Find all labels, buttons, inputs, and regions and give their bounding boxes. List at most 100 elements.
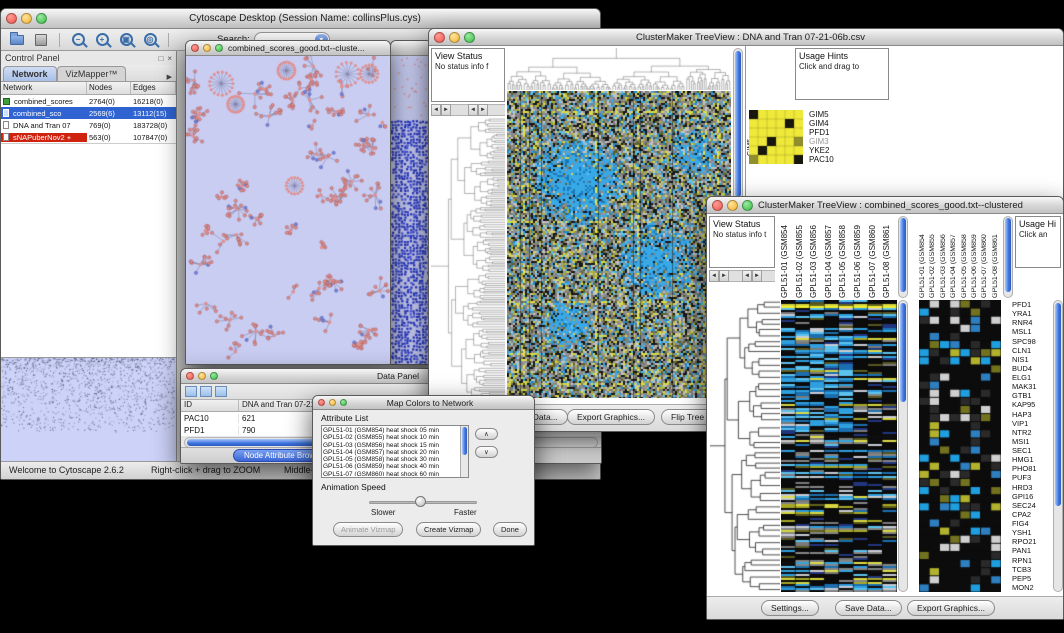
select-attributes-icon[interactable] [185,386,197,397]
close-panel-icon[interactable]: × [167,54,172,63]
float-panel-icon[interactable]: □ [158,54,163,63]
zoom-labels-vscrollbar[interactable] [1003,216,1013,298]
gene-dendrogram-canvas[interactable] [710,300,780,592]
scroll-left-icon[interactable]: ◄ [709,270,719,282]
attribute-item[interactable]: GPL51-06 (GSM859) heat shock 40 min [323,463,459,470]
slider-thumb[interactable] [415,496,426,507]
scrollbar-thumb[interactable] [1005,218,1011,292]
network-window-titlebar[interactable]: combined_scores_good.txt--cluste... [186,41,390,56]
maximize-button[interactable] [215,44,223,52]
scrollbar-thumb[interactable] [900,303,906,402]
network-row-destroyed[interactable]: sNAPuberNov2 + 563(0) 107847(0) [1,131,176,143]
scroll-left-icon[interactable]: ◄ [468,104,478,116]
export-graphics-button[interactable]: Export Graphics... [907,600,995,616]
save-session-button[interactable] [31,31,51,49]
network-icon [3,98,10,105]
maximize-button[interactable] [742,200,753,211]
minimize-button[interactable] [21,13,32,24]
network-row[interactable]: combined_scores 2764(0) 16218(0) [1,95,176,107]
main-window-titlebar[interactable]: Cytoscape Desktop (Session Name: collins… [1,9,600,29]
minimize-button[interactable] [449,32,460,43]
attribute-item[interactable]: GPL51-01 (GSM854) heat shock 05 min [323,427,459,434]
status-scrollbars[interactable]: ◄►◄► [709,270,775,282]
array-label: GPL51-04 (GSM857 [825,216,840,298]
animation-speed-slider[interactable] [369,496,477,508]
gene-dendrogram-canvas[interactable] [431,118,505,398]
zoom-in-button[interactable]: + [92,31,112,49]
heatmap-vscrollbar[interactable] [898,300,908,592]
attribute-list-scrollbar[interactable] [460,426,468,477]
column-header-id[interactable]: ID [181,400,239,411]
scroll-right-icon[interactable]: ► [719,270,729,282]
attribute-item[interactable]: GPL51-04 (GSM857) heat shock 20 min [323,449,459,456]
tab-overflow-icon[interactable]: ▶ [165,73,174,81]
network-canvas[interactable] [186,56,390,364]
animate-vizmap-button[interactable]: Animate Vizmap [333,522,403,537]
export-graphics-button[interactable]: Export Graphics... [567,409,655,425]
attribute-item[interactable]: GPL51-03 (GSM856) heat shock 15 min [323,442,459,449]
done-button[interactable]: Done [493,522,527,537]
status-scrollbars[interactable]: ◄►◄► [431,104,505,116]
maximize-button[interactable] [210,372,218,380]
network-window-2-titlebar[interactable] [391,41,431,56]
scroll-left-icon[interactable]: ◄ [431,104,441,116]
heatmap-canvas[interactable] [507,91,731,398]
zoom-fit-button[interactable]: ▣ [116,31,136,49]
create-attribute-icon[interactable] [200,386,212,397]
labels-vscrollbar[interactable] [898,216,908,298]
close-button[interactable] [6,13,17,24]
close-button[interactable] [712,200,723,211]
scroll-right-icon[interactable]: ► [441,104,451,116]
minimize-button[interactable] [727,200,738,211]
settings-button[interactable]: Settings... [761,600,819,616]
open-session-button[interactable] [7,31,27,49]
maximize-button[interactable] [464,32,475,43]
tab-network[interactable]: Network [3,66,57,81]
delete-attribute-icon[interactable] [215,386,227,397]
scroll-left-icon[interactable]: ◄ [742,270,752,282]
network-overview-panel[interactable] [1,357,176,461]
close-button[interactable] [191,44,199,52]
attribute-item[interactable]: GPL51-02 (GSM855) heat shock 10 min [323,434,459,441]
correlation-matrix-canvas[interactable] [749,110,803,164]
network-overview-canvas[interactable] [1,358,175,460]
treeview-combined-titlebar[interactable]: ClusterMaker TreeView : combined_scores_… [707,197,1063,214]
maximize-button[interactable] [36,13,47,24]
maximize-button[interactable] [340,399,347,406]
array-dendrogram-canvas[interactable] [507,48,731,90]
close-button[interactable] [186,372,194,380]
zoom-selected-button[interactable]: ◎ [140,31,160,49]
attribute-list[interactable]: GPL51-01 (GSM854) heat shock 05 minGPL51… [321,425,469,478]
close-button[interactable] [434,32,445,43]
minimize-button[interactable] [203,44,211,52]
scrollbar-thumb[interactable] [462,427,467,455]
minimize-button[interactable] [198,372,206,380]
tab-vizmapper[interactable]: VizMapper™ [57,66,127,81]
zoom-heatmap-canvas[interactable] [919,300,1001,592]
scrollbar-thumb[interactable] [735,51,741,197]
dialog-titlebar[interactable]: Map Colors to Network [313,396,534,410]
move-up-button[interactable]: ∧ [475,428,498,440]
network-row[interactable]: DNA and Tran 07 769(0) 183728(0) [1,119,176,131]
scrollbar-thumb[interactable] [900,218,906,292]
save-data-button[interactable]: Save Data... [835,600,902,616]
column-header-edges[interactable]: Edges [131,82,176,94]
move-down-button[interactable]: ∨ [475,446,498,458]
heatmap-canvas[interactable] [781,300,897,592]
column-header-nodes[interactable]: Nodes [87,82,131,94]
scrollbar-thumb[interactable] [1055,303,1061,506]
scroll-right-icon[interactable]: ► [752,270,762,282]
network-row-selected[interactable]: combined_sco 2569(6) 13112(15) [1,107,176,119]
attribute-item[interactable]: GPL51-07 (GSM860) heat shock 60 min [323,471,459,476]
zoom-out-button[interactable]: − [68,31,88,49]
minimize-button[interactable] [329,399,336,406]
gene-list-vscrollbar[interactable] [1053,300,1063,592]
network-canvas-2[interactable] [391,56,431,364]
create-vizmap-button[interactable]: Create Vizmap [416,522,481,537]
column-header-network[interactable]: Network [1,82,87,94]
treeview-dna-titlebar[interactable]: ClusterMaker TreeView : DNA and Tran 07-… [429,29,1063,46]
close-button[interactable] [318,399,325,406]
attribute-item[interactable]: GPL51-05 (GSM858) heat shock 30 min [323,456,459,463]
network-edges: 13112(15) [131,109,176,118]
scroll-right-icon[interactable]: ► [478,104,488,116]
